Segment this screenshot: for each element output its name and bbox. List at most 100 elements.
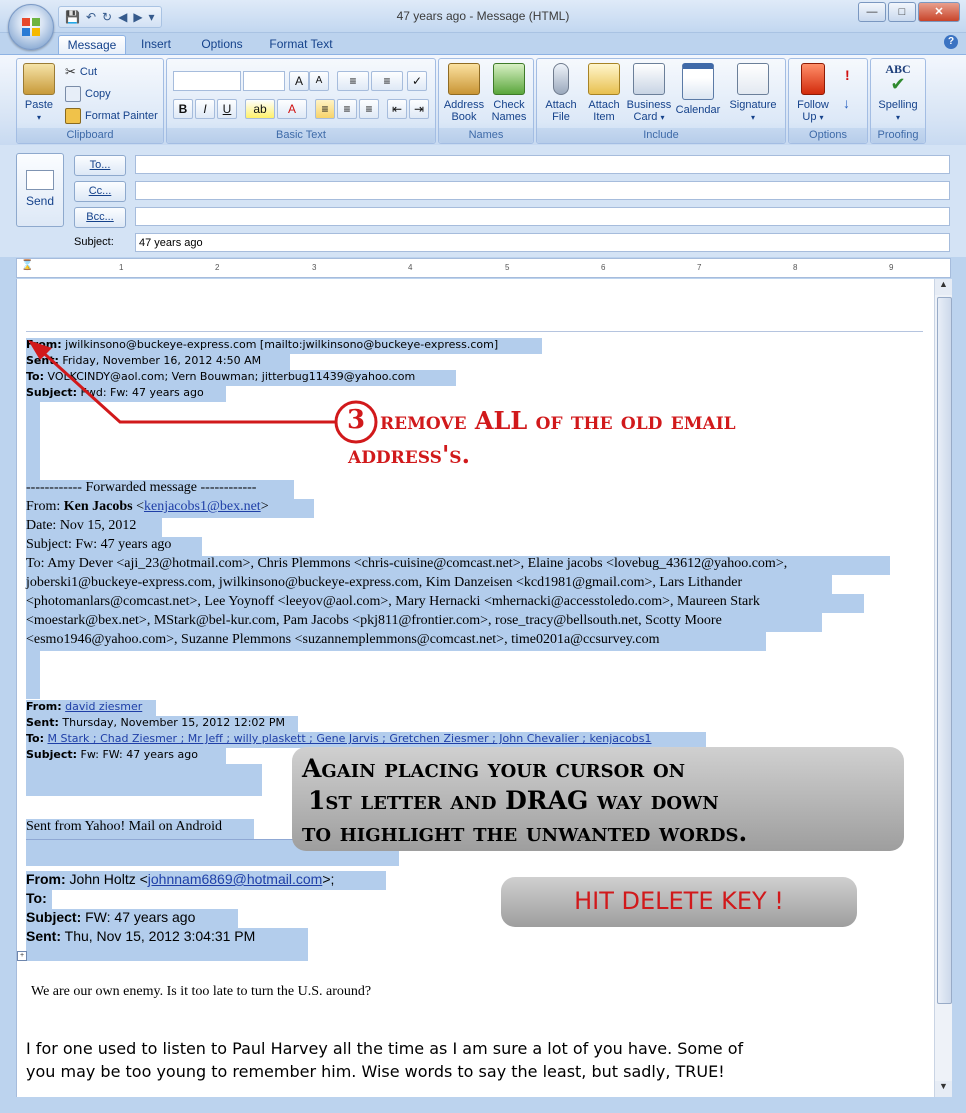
hdr1-to-line: To: VOLKCINDY@aol.com; Vern Bouwman; jit… (26, 370, 456, 386)
signature-icon (737, 63, 769, 95)
scroll-thumb[interactable] (937, 297, 952, 1004)
paste-icon (23, 63, 55, 95)
font-name-combo[interactable] (173, 71, 241, 91)
to-button[interactable]: To... (74, 155, 126, 176)
table-move-handle-icon[interactable]: + (17, 951, 27, 961)
font-color-button[interactable]: A (277, 99, 307, 119)
help-icon[interactable]: ? (944, 35, 958, 49)
tab-message[interactable]: Message (58, 35, 126, 55)
check-names-button[interactable]: Check Names (487, 61, 531, 123)
calendar-button[interactable]: Calendar (673, 61, 723, 116)
ruler-number: 6 (601, 263, 606, 272)
high-importance-icon[interactable]: ! (845, 67, 850, 83)
forwarded-line: ------------ Forwarded message ---------… (26, 480, 294, 499)
hdr3-from-line: From: John Holtz <johnnam6869@hotmail.co… (26, 871, 386, 890)
increase-indent-button[interactable]: ⇥ (409, 99, 429, 119)
business-card-button[interactable]: Business Card ▾ (625, 61, 673, 124)
bcc-field[interactable] (135, 207, 950, 226)
tab-format-text[interactable]: Format Text (262, 35, 340, 54)
follow-up-button[interactable]: Follow Up ▾ (791, 61, 835, 124)
ribbon-tabs: Message Insert Options Format Text (0, 32, 966, 55)
scroll-down-icon[interactable]: ▼ (935, 1081, 952, 1097)
message-body[interactable]: From: jwilkinsono@buckeye-express.com [m… (16, 279, 935, 1097)
group-label: Proofing (871, 128, 925, 143)
attach-file-button[interactable]: Attach File (539, 61, 583, 123)
cut-button[interactable]: ✂ Cut (65, 64, 97, 80)
send-envelope-icon (26, 170, 54, 190)
office-logo-icon (22, 18, 40, 36)
hdr2-from-link[interactable]: david ziesmer (65, 700, 142, 713)
selection-gap (26, 651, 40, 699)
bcc-button[interactable]: Bcc... (74, 207, 126, 228)
spelling-button[interactable]: ABC ✔ Spelling ▾ (873, 61, 923, 124)
copy-button[interactable]: Copy (65, 86, 111, 102)
ruler[interactable]: 1 2 3 4 5 6 7 8 9 ⌛ (16, 258, 951, 278)
check-names-icon (493, 63, 525, 95)
align-left-button[interactable]: ≡ (315, 99, 335, 119)
step-instruction-line-2: address's. (348, 440, 470, 469)
hdr3-from-email-link[interactable]: johnnam6869@hotmail.com (148, 871, 323, 887)
step-instruction-line-1: remove ALL of the old email (380, 406, 736, 435)
spelling-icon: ABC ✔ (885, 62, 911, 94)
title-bar: 💾 ↶ ↻ ◀ ▶ ▾ 47 years ago - Message (HTML… (0, 0, 966, 33)
ruler-number: 3 (312, 263, 317, 272)
attach-item-button[interactable]: Attach Item (583, 61, 625, 123)
send-button[interactable]: Send (16, 153, 64, 227)
subject-label: Subject: (74, 236, 114, 248)
bold-button[interactable]: B (173, 99, 193, 119)
envelope-icon (588, 63, 620, 95)
close-button[interactable]: ✕ (918, 2, 960, 22)
bullets-button[interactable]: ≡ (337, 71, 369, 91)
tab-insert[interactable]: Insert (132, 35, 180, 54)
highlight-button[interactable]: ab (245, 99, 275, 119)
hdr2-to-links[interactable]: M Stark ; Chad Ziesmer ; Mr Jeff ; willy… (48, 732, 652, 745)
ruler-number: 7 (697, 263, 702, 272)
low-importance-icon[interactable]: ↓ (843, 95, 850, 111)
clear-formatting-button[interactable]: ✓ (407, 71, 427, 91)
italic-button[interactable]: I (195, 99, 215, 119)
hdr2-to-line: To: M Stark ; Chad Ziesmer ; Mr Jeff ; w… (26, 732, 706, 748)
window-title: 47 years ago - Message (HTML) (396, 9, 570, 23)
vertical-scrollbar[interactable]: ▲ ▼ (934, 279, 952, 1097)
address-book-button[interactable]: Address Book (441, 61, 487, 123)
ruler-number: 5 (505, 263, 510, 272)
cc-button[interactable]: Cc... (74, 181, 126, 202)
to-field[interactable] (135, 155, 950, 174)
ruler-number: 2 (215, 263, 220, 272)
underline-button[interactable]: U (217, 99, 237, 119)
indent-marker-icon[interactable]: ⌛ (21, 260, 33, 271)
format-painter-button[interactable]: Format Painter (65, 108, 158, 124)
group-include: Attach File Attach Item Business Card ▾ Cal… (536, 58, 786, 144)
align-right-button[interactable]: ≡ (359, 99, 379, 119)
window-controls: — □ ✕ (858, 2, 960, 22)
group-label: Names (439, 128, 533, 143)
minimize-button[interactable]: — (858, 2, 886, 22)
paste-button[interactable]: Paste ▾ (21, 61, 57, 124)
shrink-font-button[interactable]: A (309, 71, 329, 91)
group-label: Include (537, 128, 785, 143)
ruler-number: 9 (889, 263, 894, 272)
fwd-to-line-3: <photomanlars@comcast.net>, Lee Yoynoff … (26, 594, 864, 613)
grow-font-button[interactable]: A (289, 71, 309, 91)
paperclip-icon (553, 63, 569, 95)
fwd-from-line: From: Ken Jacobs <kenjacobs1@bex.net> (26, 499, 314, 518)
office-button[interactable] (8, 4, 54, 50)
fwd-to-line-5: <esmo1946@yahoo.com>, Suzanne Plemmons <… (26, 632, 766, 651)
font-size-combo[interactable] (243, 71, 285, 91)
fwd-from-email-link[interactable]: kenjacobs1@bex.net (144, 499, 261, 514)
delete-key-callout: HIT DELETE KEY ! (501, 877, 857, 927)
signature-button[interactable]: Signature ▾ (725, 61, 781, 124)
ribbon: Paste ▾ ✂ Cut Copy Format Painter Clipboar… (0, 54, 966, 146)
maximize-button[interactable]: □ (888, 2, 916, 22)
scroll-up-icon[interactable]: ▲ (935, 279, 952, 295)
fwd-to-line-4: <moestark@bex.net>, MStark@bel-kur.com, … (26, 613, 822, 632)
hdr2-sent-line: Sent: Thursday, November 15, 2012 12:02 … (26, 716, 298, 732)
scissors-icon: ✂ (65, 64, 76, 79)
hdr3-sent-line: Sent: Thu, Nov 15, 2012 3:04:31 PM (26, 928, 308, 961)
decrease-indent-button[interactable]: ⇤ (387, 99, 407, 119)
cc-field[interactable] (135, 181, 950, 200)
subject-field[interactable]: 47 years ago (135, 233, 950, 252)
tab-options[interactable]: Options (194, 35, 250, 54)
align-center-button[interactable]: ≡ (337, 99, 357, 119)
numbering-button[interactable]: ≡ (371, 71, 403, 91)
